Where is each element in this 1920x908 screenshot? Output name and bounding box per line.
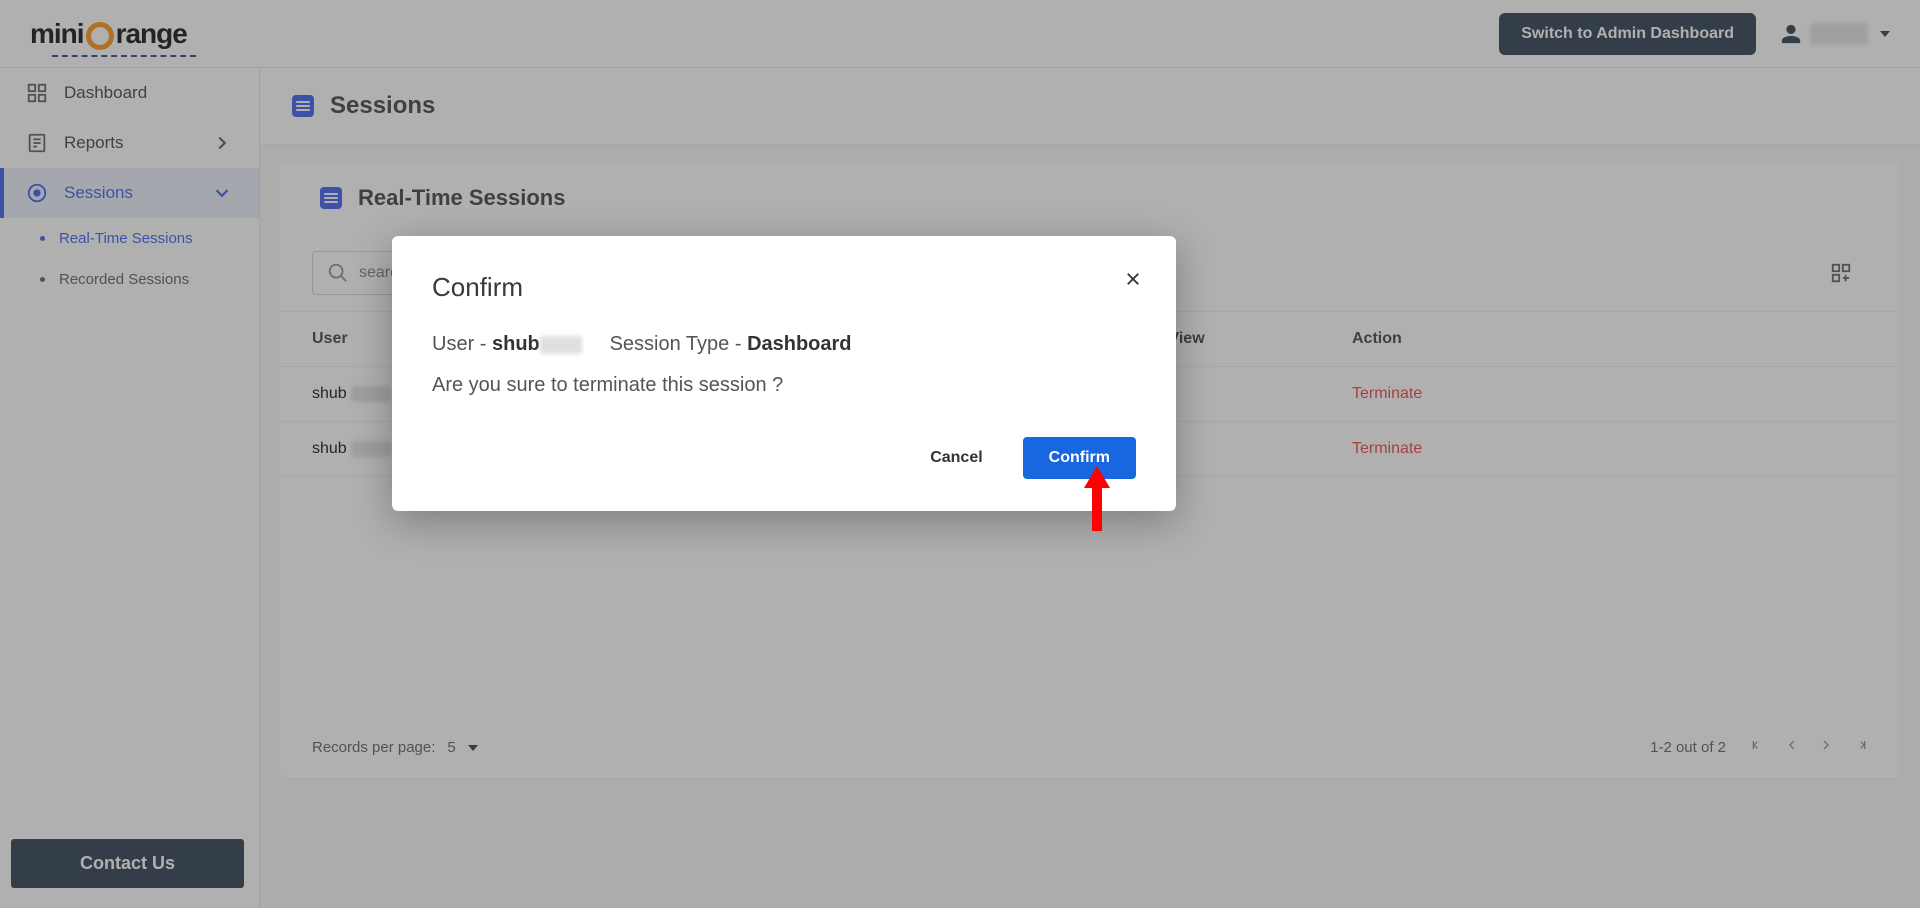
close-icon[interactable]: [1124, 270, 1142, 294]
cancel-button[interactable]: Cancel: [906, 437, 1006, 479]
modal-actions: Cancel Confirm: [432, 437, 1136, 479]
modal-title: Confirm: [432, 272, 1136, 303]
modal-message: Are you sure to terminate this session ?: [432, 374, 1136, 397]
user-redacted: [540, 336, 582, 354]
user-value: shub: [492, 333, 540, 355]
modal-info: User - shub Session Type - Dashboard: [432, 333, 1136, 356]
confirm-modal: Confirm User - shub Session Type - Dashb…: [392, 236, 1176, 511]
confirm-button[interactable]: Confirm: [1023, 437, 1136, 479]
type-value: Dashboard: [747, 333, 851, 355]
user-label: User -: [432, 333, 492, 355]
type-label: Session Type -: [610, 333, 747, 355]
